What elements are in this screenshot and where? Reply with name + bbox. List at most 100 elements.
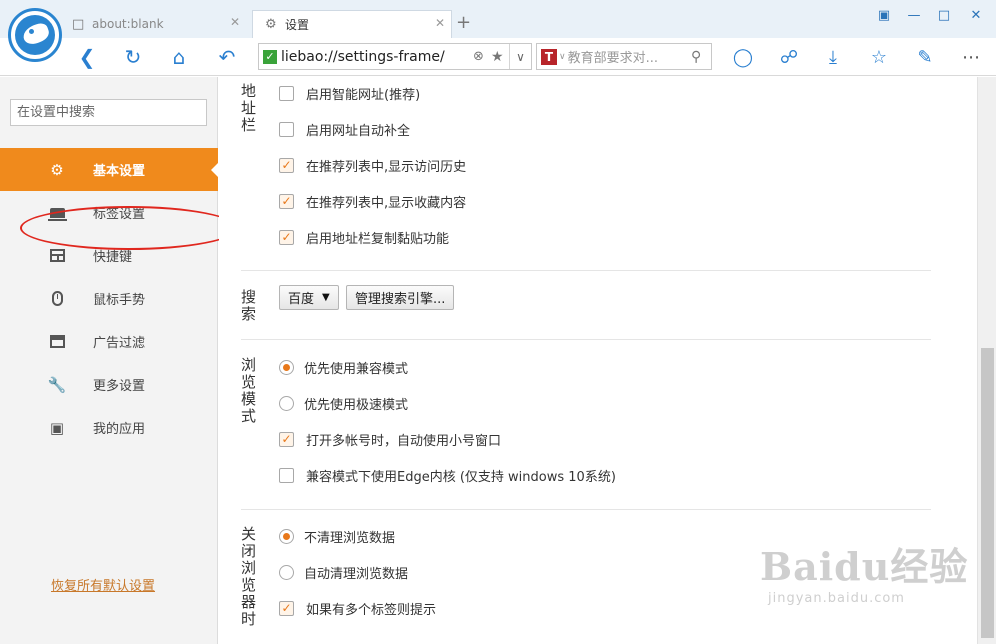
button-label: 管理搜索引擎... <box>355 292 446 307</box>
sidebar-item-tabs[interactable]: 标签设置 <box>0 191 218 234</box>
liebao-logo[interactable] <box>8 8 62 62</box>
lock-icon[interactable]: ☍ <box>776 44 802 70</box>
skin-icon[interactable]: ▣ <box>870 4 898 26</box>
stop-icon[interactable]: ⊗ <box>473 49 491 64</box>
window-icon <box>48 333 66 351</box>
favorites-star-icon[interactable]: ☆ <box>866 44 892 70</box>
divider <box>241 509 931 510</box>
caret-down-icon: ▼ <box>322 292 330 303</box>
checkbox[interactable] <box>279 467 294 483</box>
sidebar-item-label: 快捷键 <box>93 250 133 265</box>
secure-check-icon: ✓ <box>263 49 277 64</box>
checkbox-checked[interactable]: ✓ <box>279 193 294 209</box>
close-icon[interactable]: ✕ <box>435 16 445 30</box>
option-label: 启用网址自动补全 <box>306 123 411 139</box>
section-title: 浏览模式 <box>241 356 257 425</box>
checkbox-checked[interactable]: ✓ <box>279 431 294 447</box>
checkbox-checked[interactable]: ✓ <box>279 229 294 245</box>
chevron-down-icon[interactable]: ∨ <box>559 52 566 62</box>
manage-search-engines-button[interactable]: 管理搜索引擎... <box>346 285 455 310</box>
search-engine-select[interactable]: 百度 ▼ <box>279 285 339 310</box>
url-text[interactable]: liebao://settings-frame/ <box>281 49 473 65</box>
radio-selected[interactable] <box>279 359 294 375</box>
radio-no-clear[interactable]: 不清理浏览数据 <box>279 526 395 546</box>
settings-search-input[interactable] <box>10 99 207 126</box>
tab-about-blank[interactable]: □ about:blank ✕ <box>60 10 246 38</box>
checkbox-checked[interactable]: ✓ <box>279 157 294 173</box>
option-label: 启用智能网址(推荐) <box>306 87 421 103</box>
bookmark-star-icon[interactable]: ★ <box>491 49 509 65</box>
option-label: 不清理浏览数据 <box>304 530 396 546</box>
new-tab-button[interactable]: + <box>456 12 471 33</box>
option-label: 在推荐列表中,显示访问历史 <box>306 159 467 175</box>
option-show-favorites[interactable]: ✓ 在推荐列表中,显示收藏内容 <box>279 191 466 211</box>
download-icon[interactable]: ⤓ <box>820 44 846 70</box>
shield-icon[interactable]: ◯ <box>730 44 756 70</box>
option-edge-kernel[interactable]: 兼容模式下使用Edge内核 (仅支持 windows 10系统) <box>279 465 616 485</box>
search-bar[interactable]: T ∨ 教育部要求对... ⚲ <box>536 43 712 70</box>
option-label: 如果有多个标签则提示 <box>306 602 437 618</box>
address-toolbar: ❮ ↻ ⌂ ↶ ✓ liebao://settings-frame/ ⊗ ★ ∨… <box>0 38 996 76</box>
laptop-icon <box>47 204 67 222</box>
minimize-icon[interactable]: — <box>900 4 928 26</box>
restore-defaults-link[interactable]: 恢复所有默认设置 <box>51 575 155 594</box>
gear-icon: ⚙ <box>265 17 277 32</box>
search-engine-icon[interactable]: T <box>541 48 557 65</box>
divider <box>241 339 931 340</box>
sidebar-item-label: 广告过滤 <box>93 336 146 351</box>
sidebar-item-my-apps[interactable]: ▣ 我的应用 <box>0 406 218 449</box>
sidebar-item-basic[interactable]: ⚙ 基本设置 <box>0 148 219 191</box>
home-icon[interactable]: ⌂ <box>166 44 192 70</box>
sidebar-item-label: 我的应用 <box>93 422 146 437</box>
gamepad-icon[interactable]: ✎ <box>912 44 938 70</box>
keyboard-icon <box>48 247 66 265</box>
mouse-icon <box>48 290 66 308</box>
tab-label: about:blank <box>92 17 164 31</box>
undo-icon[interactable]: ↶ <box>214 44 240 70</box>
address-bar[interactable]: ✓ liebao://settings-frame/ ⊗ ★ ∨ <box>258 43 532 70</box>
close-icon[interactable]: ✕ <box>230 15 240 29</box>
search-input[interactable]: 教育部要求对... <box>568 47 691 66</box>
radio-selected[interactable] <box>279 528 294 544</box>
option-multi-tab-prompt[interactable]: ✓ 如果有多个标签则提示 <box>279 598 436 618</box>
sidebar-item-ad-filter[interactable]: 广告过滤 <box>0 320 218 363</box>
tab-settings[interactable]: ⚙ 设置 ✕ <box>252 10 452 38</box>
puzzle-icon: ▣ <box>49 418 65 437</box>
option-show-history[interactable]: ✓ 在推荐列表中,显示访问历史 <box>279 155 466 175</box>
option-multi-account[interactable]: ✓ 打开多帐号时，自动使用小号窗口 <box>279 429 501 449</box>
option-label: 启用地址栏复制黏贴功能 <box>306 231 450 247</box>
title-bar: □ about:blank ✕ ⚙ 设置 ✕ + ▣ — □ ✕ <box>0 0 996 38</box>
sidebar-item-more-settings[interactable]: 🔧 更多设置 <box>0 363 218 406</box>
radio[interactable] <box>279 564 294 580</box>
dropdown-icon[interactable]: ∨ <box>509 44 531 69</box>
option-label: 自动清理浏览数据 <box>304 566 409 582</box>
gear-icon: ⚙ <box>50 160 64 179</box>
close-window-icon[interactable]: ✕ <box>962 4 990 26</box>
radio[interactable] <box>279 395 294 411</box>
option-label: 兼容模式下使用Edge内核 (仅支持 windows 10系统) <box>306 469 616 485</box>
divider <box>241 270 931 271</box>
settings-content: 地址栏 启用智能网址(推荐) 启用网址自动补全 ✓ 在推荐列表中,显示访问历史 … <box>219 77 977 644</box>
maximize-icon[interactable]: □ <box>930 4 958 26</box>
scrollbar-thumb[interactable] <box>981 348 994 638</box>
checkbox[interactable] <box>279 85 294 101</box>
back-icon[interactable]: ❮ <box>74 44 100 70</box>
radio-speed-mode[interactable]: 优先使用极速模式 <box>279 393 408 413</box>
radio-auto-clear[interactable]: 自动清理浏览数据 <box>279 562 408 582</box>
search-icon[interactable]: ⚲ <box>691 49 711 65</box>
section-title: 关闭浏览器时 <box>241 525 257 628</box>
sidebar-item-mouse-gestures[interactable]: 鼠标手势 <box>0 277 218 320</box>
sidebar-item-shortcuts[interactable]: 快捷键 <box>0 234 218 277</box>
selected-engine: 百度 <box>288 292 315 307</box>
more-icon[interactable]: ⋯ <box>958 44 984 70</box>
option-autocomplete[interactable]: 启用网址自动补全 <box>279 119 410 139</box>
checkbox-checked[interactable]: ✓ <box>279 600 294 616</box>
radio-compat-mode[interactable]: 优先使用兼容模式 <box>279 357 408 377</box>
wrench-icon: 🔧 <box>47 375 67 394</box>
vertical-scrollbar[interactable] <box>977 77 996 644</box>
option-copy-paste[interactable]: ✓ 启用地址栏复制黏贴功能 <box>279 227 449 247</box>
reload-icon[interactable]: ↻ <box>120 44 146 70</box>
sidebar-item-label: 基本设置 <box>93 164 146 179</box>
option-smart-url[interactable]: 启用智能网址(推荐) <box>279 83 420 103</box>
checkbox[interactable] <box>279 121 294 137</box>
